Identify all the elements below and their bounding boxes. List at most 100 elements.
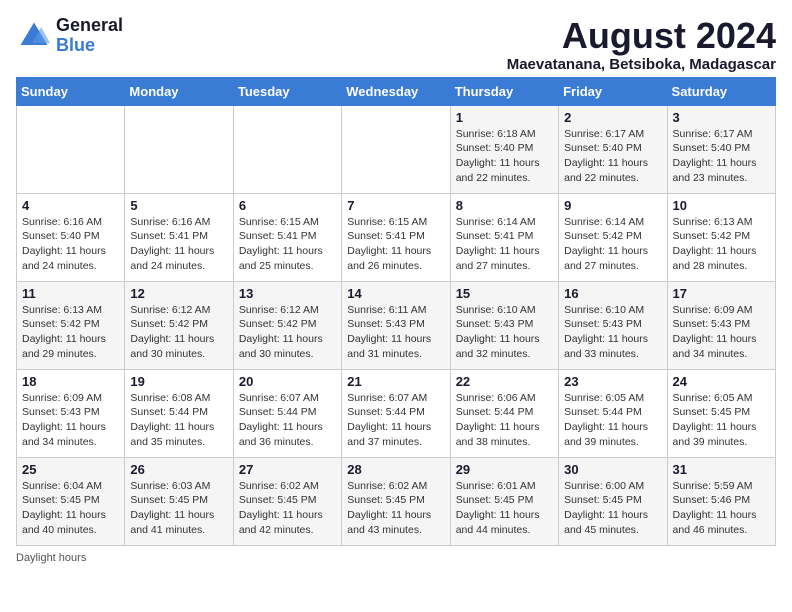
day-number: 31 [673, 462, 770, 477]
day-info: Sunrise: 6:16 AM Sunset: 5:41 PM Dayligh… [130, 215, 227, 274]
calendar-week-row: 18 Sunrise: 6:09 AM Sunset: 5:43 PM Dayli… [17, 369, 776, 457]
calendar-week-row: 25 Sunrise: 6:04 AM Sunset: 5:45 PM Dayli… [17, 457, 776, 545]
day-info: Sunrise: 6:07 AM Sunset: 5:44 PM Dayligh… [347, 391, 444, 450]
day-number: 13 [239, 286, 336, 301]
header-row: Sunday Monday Tuesday Wednesday Thursday… [17, 77, 776, 105]
day-info: Sunrise: 6:09 AM Sunset: 5:43 PM Dayligh… [673, 303, 770, 362]
calendar-cell: 8 Sunrise: 6:14 AM Sunset: 5:41 PM Daylig… [450, 193, 558, 281]
logo: General Blue [16, 16, 123, 56]
calendar-cell: 5 Sunrise: 6:16 AM Sunset: 5:41 PM Daylig… [125, 193, 233, 281]
calendar-cell: 22 Sunrise: 6:06 AM Sunset: 5:44 PM Dayli… [450, 369, 558, 457]
day-info: Sunrise: 5:59 AM Sunset: 5:46 PM Dayligh… [673, 479, 770, 538]
col-thursday: Thursday [450, 77, 558, 105]
day-info: Sunrise: 6:14 AM Sunset: 5:42 PM Dayligh… [564, 215, 661, 274]
calendar-cell [125, 105, 233, 193]
calendar-cell: 3 Sunrise: 6:17 AM Sunset: 5:40 PM Daylig… [667, 105, 775, 193]
day-number: 12 [130, 286, 227, 301]
calendar-cell: 28 Sunrise: 6:02 AM Sunset: 5:45 PM Dayli… [342, 457, 450, 545]
calendar-cell: 19 Sunrise: 6:08 AM Sunset: 5:44 PM Dayli… [125, 369, 233, 457]
day-info: Sunrise: 6:06 AM Sunset: 5:44 PM Dayligh… [456, 391, 553, 450]
calendar-cell: 23 Sunrise: 6:05 AM Sunset: 5:44 PM Dayli… [559, 369, 667, 457]
day-info: Sunrise: 6:15 AM Sunset: 5:41 PM Dayligh… [239, 215, 336, 274]
day-number: 23 [564, 374, 661, 389]
day-number: 9 [564, 198, 661, 213]
logo-icon [16, 18, 52, 54]
logo-text: General Blue [56, 16, 123, 56]
day-number: 8 [456, 198, 553, 213]
col-tuesday: Tuesday [233, 77, 341, 105]
calendar-cell: 12Sunrise: 6:12 AM Sunset: 5:42 PM Dayli… [125, 281, 233, 369]
page-header: General Blue August 2024 Maevatanana, Be… [16, 16, 776, 73]
calendar-cell: 13 Sunrise: 6:12 AM Sunset: 5:42 PM Dayli… [233, 281, 341, 369]
day-info: Sunrise: 6:09 AM Sunset: 5:43 PM Dayligh… [22, 391, 119, 450]
day-info: Sunrise: 6:03 AM Sunset: 5:45 PM Dayligh… [130, 479, 227, 538]
day-number: 26 [130, 462, 227, 477]
day-number: 22 [456, 374, 553, 389]
calendar-cell: 9 Sunrise: 6:14 AM Sunset: 5:42 PM Daylig… [559, 193, 667, 281]
calendar-cell: 18 Sunrise: 6:09 AM Sunset: 5:43 PM Dayli… [17, 369, 125, 457]
day-info: Sunrise: 6:04 AM Sunset: 5:45 PM Dayligh… [22, 479, 119, 538]
day-info: Sunrise: 6:05 AM Sunset: 5:44 PM Dayligh… [564, 391, 661, 450]
col-monday: Monday [125, 77, 233, 105]
calendar-subtitle: Maevatanana, Betsiboka, Madagascar [507, 56, 776, 73]
day-number: 20 [239, 374, 336, 389]
calendar-cell: 1Sunrise: 6:18 AM Sunset: 5:40 PM Daylig… [450, 105, 558, 193]
day-info: Sunrise: 6:13 AM Sunset: 5:42 PM Dayligh… [673, 215, 770, 274]
day-number: 11 [22, 286, 119, 301]
day-number: 2 [564, 110, 661, 125]
calendar-cell [342, 105, 450, 193]
day-info: Sunrise: 6:12 AM Sunset: 5:42 PM Dayligh… [239, 303, 336, 362]
day-number: 17 [673, 286, 770, 301]
day-number: 14 [347, 286, 444, 301]
day-info: Sunrise: 6:02 AM Sunset: 5:45 PM Dayligh… [239, 479, 336, 538]
day-number: 21 [347, 374, 444, 389]
title-block: August 2024 Maevatanana, Betsiboka, Mada… [507, 16, 776, 73]
day-info: Sunrise: 6:14 AM Sunset: 5:41 PM Dayligh… [456, 215, 553, 274]
calendar-cell: 6Sunrise: 6:15 AM Sunset: 5:41 PM Daylig… [233, 193, 341, 281]
calendar-title: August 2024 [507, 16, 776, 56]
day-info: Sunrise: 6:05 AM Sunset: 5:45 PM Dayligh… [673, 391, 770, 450]
calendar-cell: 4Sunrise: 6:16 AM Sunset: 5:40 PM Daylig… [17, 193, 125, 281]
col-saturday: Saturday [667, 77, 775, 105]
day-number: 28 [347, 462, 444, 477]
calendar-cell: 16Sunrise: 6:10 AM Sunset: 5:43 PM Dayli… [559, 281, 667, 369]
calendar-cell: 24 Sunrise: 6:05 AM Sunset: 5:45 PM Dayli… [667, 369, 775, 457]
calendar-cell: 21 Sunrise: 6:07 AM Sunset: 5:44 PM Dayli… [342, 369, 450, 457]
day-number: 3 [673, 110, 770, 125]
day-info: Sunrise: 6:07 AM Sunset: 5:44 PM Dayligh… [239, 391, 336, 450]
day-number: 29 [456, 462, 553, 477]
day-info: Sunrise: 6:13 AM Sunset: 5:42 PM Dayligh… [22, 303, 119, 362]
calendar-table: Sunday Monday Tuesday Wednesday Thursday… [16, 77, 776, 546]
calendar-week-row: 4Sunrise: 6:16 AM Sunset: 5:40 PM Daylig… [17, 193, 776, 281]
col-wednesday: Wednesday [342, 77, 450, 105]
day-number: 30 [564, 462, 661, 477]
calendar-cell: 14 Sunrise: 6:11 AM Sunset: 5:43 PM Dayli… [342, 281, 450, 369]
day-number: 27 [239, 462, 336, 477]
day-number: 7 [347, 198, 444, 213]
calendar-week-row: 1Sunrise: 6:18 AM Sunset: 5:40 PM Daylig… [17, 105, 776, 193]
day-number: 5 [130, 198, 227, 213]
day-info: Sunrise: 6:15 AM Sunset: 5:41 PM Dayligh… [347, 215, 444, 274]
day-info: Sunrise: 6:17 AM Sunset: 5:40 PM Dayligh… [673, 127, 770, 186]
calendar-cell: 31 Sunrise: 5:59 AM Sunset: 5:46 PM Dayli… [667, 457, 775, 545]
day-number: 18 [22, 374, 119, 389]
day-info: Sunrise: 6:10 AM Sunset: 5:43 PM Dayligh… [456, 303, 553, 362]
day-info: Sunrise: 6:17 AM Sunset: 5:40 PM Dayligh… [564, 127, 661, 186]
footer-note: Daylight hours [16, 552, 776, 564]
day-number: 15 [456, 286, 553, 301]
day-number: 24 [673, 374, 770, 389]
calendar-cell: 25 Sunrise: 6:04 AM Sunset: 5:45 PM Dayli… [17, 457, 125, 545]
day-number: 1 [456, 110, 553, 125]
day-info: Sunrise: 6:02 AM Sunset: 5:45 PM Dayligh… [347, 479, 444, 538]
day-info: Sunrise: 6:11 AM Sunset: 5:43 PM Dayligh… [347, 303, 444, 362]
calendar-body: 1Sunrise: 6:18 AM Sunset: 5:40 PM Daylig… [17, 105, 776, 545]
day-info: Sunrise: 6:10 AM Sunset: 5:43 PM Dayligh… [564, 303, 661, 362]
col-sunday: Sunday [17, 77, 125, 105]
calendar-cell: 30 Sunrise: 6:00 AM Sunset: 5:45 PM Dayli… [559, 457, 667, 545]
calendar-header: Sunday Monday Tuesday Wednesday Thursday… [17, 77, 776, 105]
day-number: 25 [22, 462, 119, 477]
day-number: 19 [130, 374, 227, 389]
day-info: Sunrise: 6:00 AM Sunset: 5:45 PM Dayligh… [564, 479, 661, 538]
day-info: Sunrise: 6:01 AM Sunset: 5:45 PM Dayligh… [456, 479, 553, 538]
day-info: Sunrise: 6:08 AM Sunset: 5:44 PM Dayligh… [130, 391, 227, 450]
